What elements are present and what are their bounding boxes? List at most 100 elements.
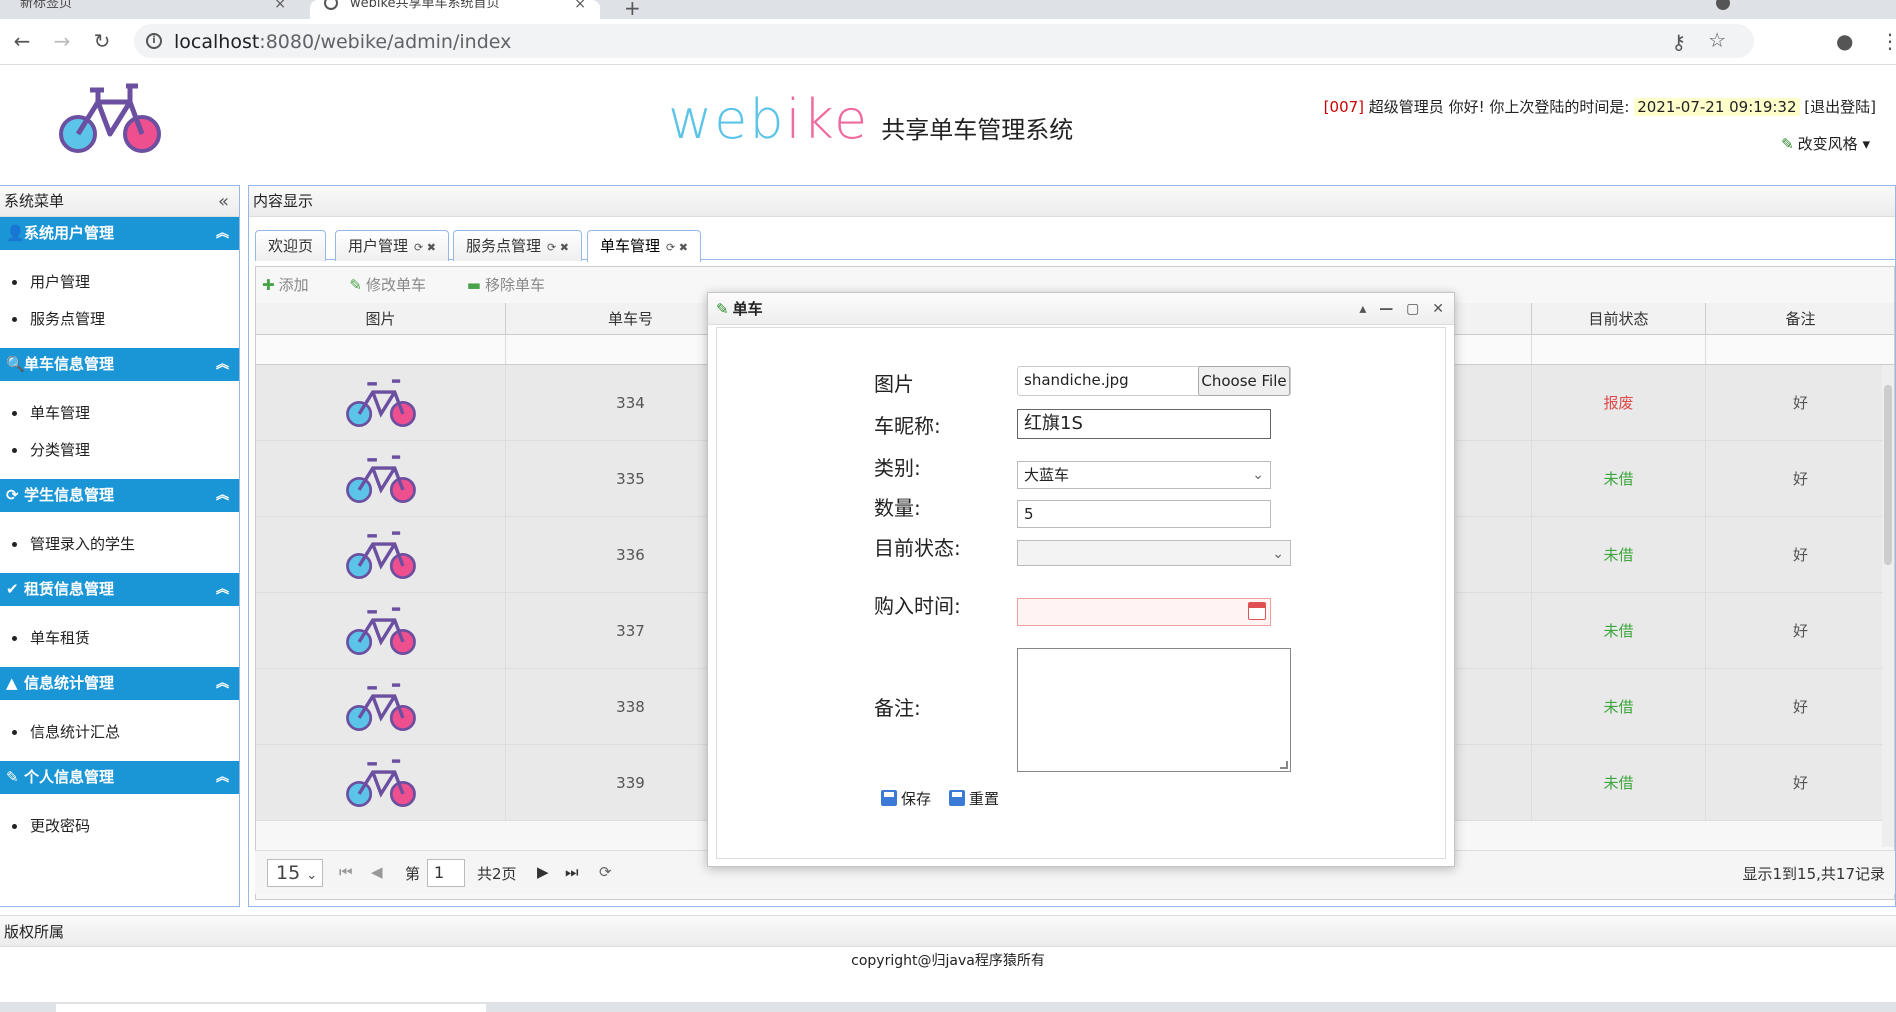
quantity-input[interactable]: 5: [1017, 500, 1271, 528]
tab-refresh-close-icon[interactable]: ⟳ ✖: [666, 241, 688, 254]
menu-group-user[interactable]: 👤系统用户管理 ︽: [0, 217, 239, 250]
new-tab-icon[interactable]: +: [624, 0, 641, 20]
status-cell: 报废: [1532, 365, 1706, 440]
reset-label: 重置: [969, 790, 1000, 808]
sidebar-item-service-point[interactable]: 服务点管理: [0, 301, 239, 338]
filter-cell[interactable]: [256, 335, 506, 364]
tab-user-manage[interactable]: 用户管理 ⟳ ✖: [335, 230, 449, 261]
qty-label: 数量:: [874, 496, 921, 520]
reload-icon[interactable]: ↻: [88, 27, 116, 55]
address-bar[interactable]: i localhost:8080/webike/admin/index ⚷ ☆: [134, 24, 1754, 58]
edit-bike-button[interactable]: ✎ 修改单车: [349, 276, 444, 294]
bike-thumb: [256, 745, 506, 820]
category-select[interactable]: 大蓝车 ⌄: [1017, 461, 1271, 489]
chevron-up-icon[interactable]: ︽: [216, 667, 229, 700]
purchase-date-input[interactable]: [1017, 598, 1271, 626]
close-icon[interactable]: ×: [274, 0, 286, 11]
chevron-up-icon[interactable]: ︽: [216, 573, 229, 606]
refresh-icon[interactable]: ⟳: [599, 863, 612, 881]
reset-button[interactable]: 重置: [949, 788, 999, 809]
bike-thumb: [256, 517, 506, 592]
sidebar-item-user-manage[interactable]: 用户管理: [0, 264, 239, 301]
change-theme-button[interactable]: ✎ 改变风格 ▾: [1781, 133, 1870, 154]
back-icon[interactable]: ←: [8, 27, 36, 55]
bike-logo-icon: [59, 83, 161, 153]
sidebar-item-password[interactable]: 更改密码: [0, 808, 239, 845]
chrome-status-icon[interactable]: [1716, 0, 1730, 10]
minimize-icon[interactable]: —: [1379, 301, 1393, 317]
chevron-down-icon: ⌄: [1252, 467, 1264, 483]
brand-title: webike 共享单车管理系统: [668, 88, 1073, 151]
scrollbar-thumb[interactable]: [1884, 385, 1892, 565]
prev-page-icon[interactable]: ◀: [371, 863, 383, 881]
chevron-up-icon[interactable]: ︽: [216, 348, 229, 381]
star-icon[interactable]: ☆: [1708, 28, 1726, 52]
close-icon[interactable]: ✕: [1432, 301, 1444, 317]
sidebar-item-bike-manage[interactable]: 单车管理: [0, 395, 239, 432]
caret-down-icon: ▾: [1862, 135, 1870, 153]
state-select[interactable]: ⌄: [1017, 540, 1291, 566]
bike-name-input[interactable]: 红旗1S: [1017, 409, 1271, 439]
col-image[interactable]: 图片: [256, 303, 506, 334]
remove-bike-button[interactable]: ▬ 移除单车: [467, 276, 563, 294]
filter-cell[interactable]: [1532, 335, 1706, 364]
filter-cell[interactable]: [1706, 335, 1894, 364]
last-page-icon[interactable]: ⏭: [565, 863, 579, 881]
sidebar-item-category[interactable]: 分类管理: [0, 432, 239, 469]
menu-group-rental[interactable]: ✔ 租赁信息管理 ︽: [0, 573, 239, 606]
calendar-icon[interactable]: [1248, 602, 1266, 620]
chevron-up-icon[interactable]: ︽: [216, 217, 229, 250]
grid-scrollbar[interactable]: [1882, 365, 1894, 847]
choose-file-button[interactable]: Choose File: [1198, 366, 1290, 396]
browser-tab-active[interactable]: webike共享单车系统首页 ×: [310, 0, 600, 19]
key-icon[interactable]: ⚷: [1671, 30, 1686, 54]
note-textarea[interactable]: [1017, 648, 1291, 772]
page-size-value: 15: [276, 862, 301, 884]
tab-bike-manage[interactable]: 单车管理 ⟳ ✖: [587, 230, 701, 262]
copyright-text: copyright@归java程序猿所有: [851, 953, 1045, 969]
dialog-form: 图片 shandiche.jpg Choose File 车昵称: 红旗1S 类…: [716, 327, 1446, 859]
close-icon[interactable]: ×: [574, 0, 586, 11]
save-button[interactable]: 保存: [881, 788, 931, 809]
collapse-left-icon[interactable]: «: [218, 186, 229, 217]
note-label: 备注:: [874, 696, 921, 720]
menu-group-bike[interactable]: 🔍单车信息管理 ︽: [0, 348, 239, 381]
info-icon[interactable]: i: [146, 33, 162, 49]
tab-welcome[interactable]: 欢迎页: [255, 230, 327, 261]
sidebar-item-rental[interactable]: 单车租赁: [0, 620, 239, 657]
menu-group-stats[interactable]: ▲ 信息统计管理 ︽: [0, 667, 239, 700]
account-icon[interactable]: ●: [1836, 29, 1853, 53]
menu-group-personal[interactable]: ✎ 个人信息管理 ︽: [0, 761, 239, 794]
menu-dots-icon[interactable]: ⋮: [1880, 29, 1896, 53]
collapse-icon[interactable]: ▴: [1359, 301, 1366, 317]
col-note[interactable]: 备注: [1706, 303, 1894, 334]
browser-tab-newtab[interactable]: 新标签页 ×: [0, 0, 300, 19]
add-button[interactable]: ✚ 添加: [262, 276, 327, 294]
chart-icon: ▲: [6, 674, 18, 692]
chevron-up-icon[interactable]: ︽: [216, 479, 229, 512]
chevron-up-icon[interactable]: ︽: [216, 761, 229, 794]
save-icon: [949, 790, 965, 806]
sidebar-item-stats[interactable]: 信息统计汇总: [0, 714, 239, 751]
page-number-input[interactable]: 1: [427, 859, 465, 887]
tab-refresh-close-icon[interactable]: ⟳ ✖: [414, 241, 436, 254]
edit-label: 修改单车: [365, 276, 426, 294]
file-input[interactable]: shandiche.jpg Choose File: [1017, 366, 1291, 396]
sidebar-title-text: 系统菜单: [4, 192, 65, 210]
tab-service-point[interactable]: 服务点管理 ⟳ ✖: [453, 230, 582, 261]
forward-icon[interactable]: →: [48, 27, 76, 55]
maximize-icon[interactable]: ▢: [1406, 301, 1419, 317]
add-label: 添加: [278, 276, 309, 294]
next-page-icon[interactable]: ▶: [537, 863, 549, 881]
menu-group-student[interactable]: ⟳ 学生信息管理 ︽: [0, 479, 239, 512]
resize-grip-icon[interactable]: [1280, 761, 1288, 769]
dialog-titlebar[interactable]: ✎ 单车 ▴ — ▢ ✕: [708, 293, 1454, 325]
taskbar-item[interactable]: [56, 1004, 486, 1012]
page-size-select[interactable]: 15 ⌄: [267, 859, 323, 887]
tab-refresh-close-icon[interactable]: ⟳ ✖: [547, 241, 569, 254]
col-status[interactable]: 目前状态: [1532, 303, 1706, 334]
first-page-icon[interactable]: ⏮: [339, 863, 353, 881]
plus-icon: ✚: [262, 276, 275, 294]
logout-link[interactable]: [退出登陆]: [1804, 98, 1876, 116]
sidebar-item-students[interactable]: 管理录入的学生: [0, 526, 239, 563]
